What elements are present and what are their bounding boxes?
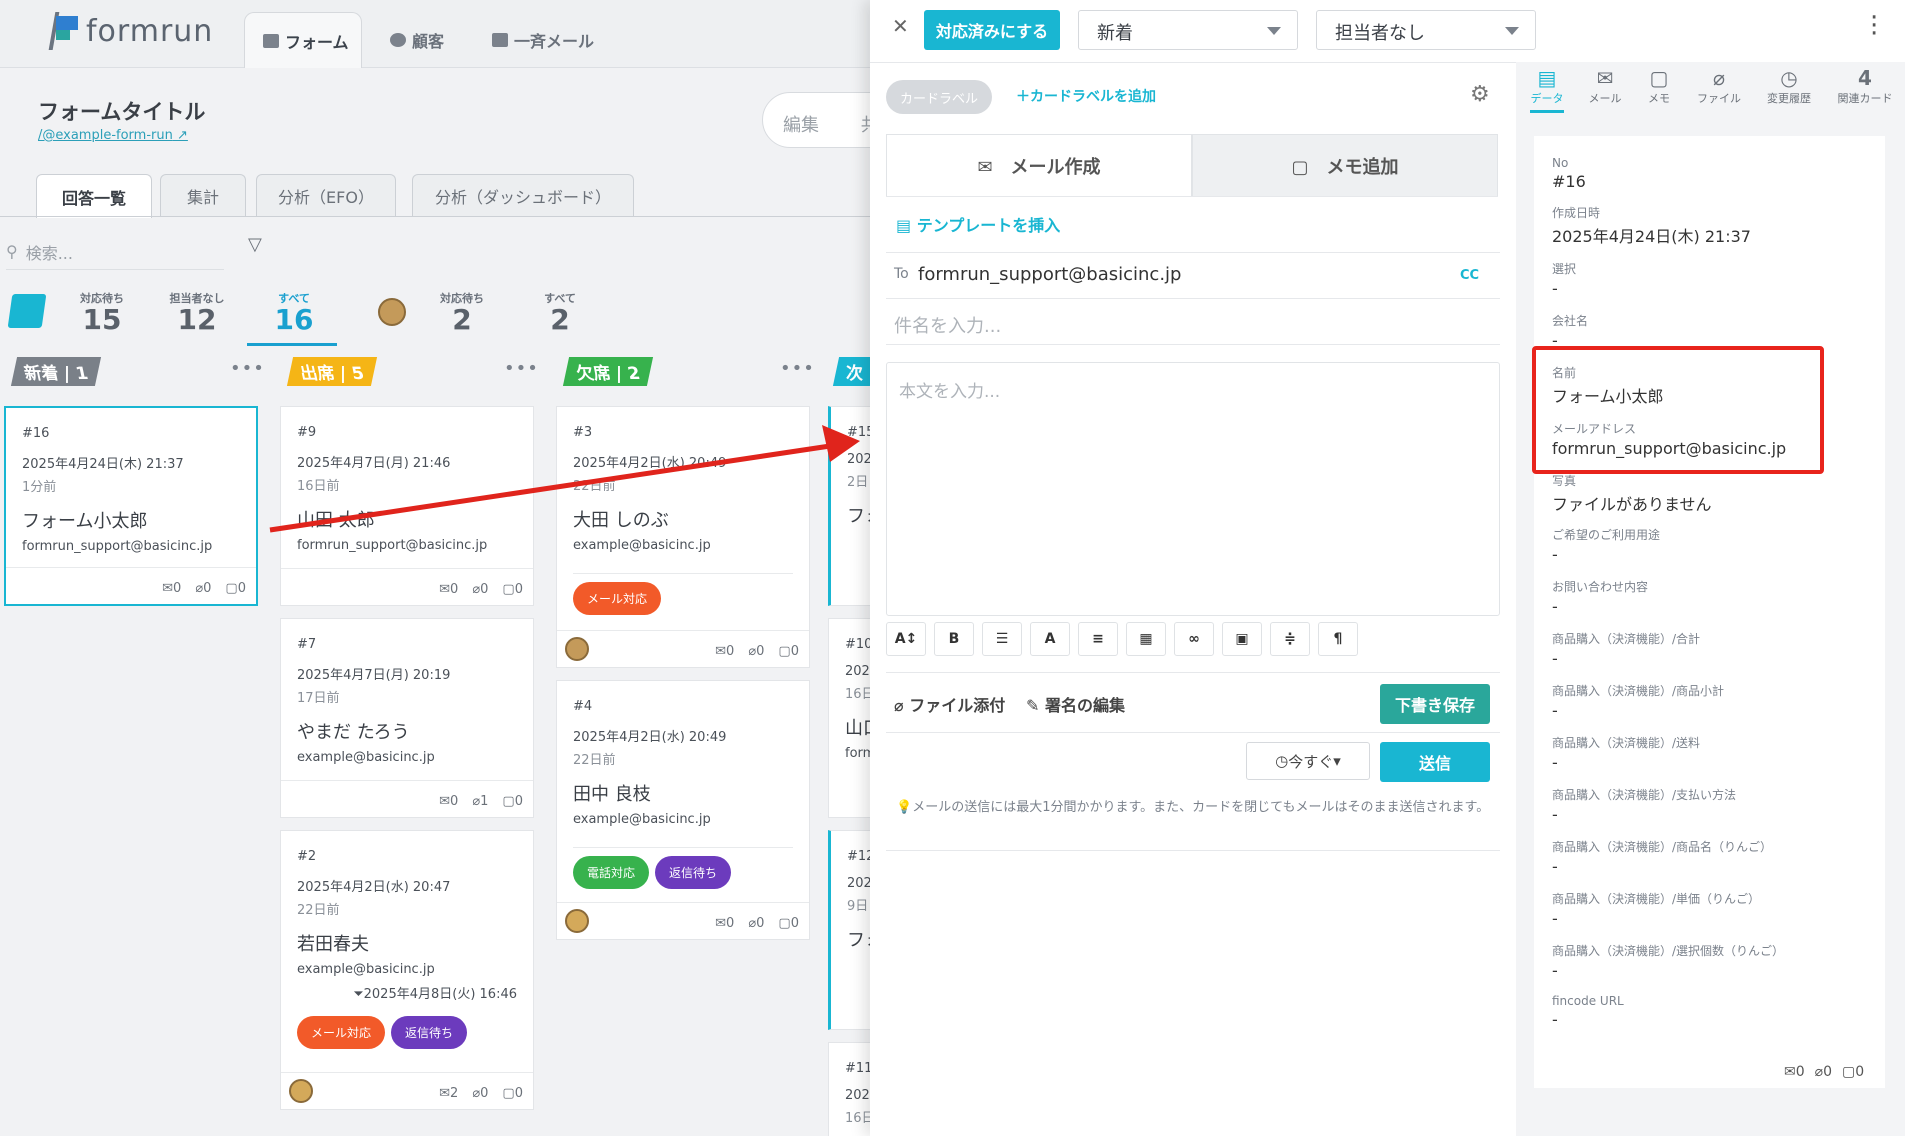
field-total: 商品購入（決済機能）/合計 - xyxy=(1552,632,1701,668)
document-icon: ▤ xyxy=(1537,66,1557,90)
info-footer-counts: ✉0 ⌀0 ▢0 xyxy=(1784,1064,1864,1080)
close-icon[interactable]: ✕ xyxy=(892,14,909,38)
file-count: ⌀0 xyxy=(1814,1064,1833,1080)
edit-signature-button[interactable]: ✎ 署名の編集 xyxy=(1026,692,1125,716)
schedule-select[interactable]: ◷ 今すぐ ▾ xyxy=(1246,742,1370,780)
field-quantity: 商品購入（決済機能）/選択個数（りんご） - xyxy=(1552,944,1785,980)
field-payment: 商品購入（決済機能）/支払い方法 - xyxy=(1552,788,1737,824)
divider xyxy=(886,850,1500,851)
info-tab-mail[interactable]: ✉ メール xyxy=(1578,66,1632,106)
field-photo: 写真 ファイルがありません xyxy=(1552,474,1712,514)
field-purpose: ご希望のご利用用途 - xyxy=(1552,528,1661,564)
cc-button[interactable]: CC xyxy=(1460,268,1479,283)
chevron-down-icon xyxy=(1505,27,1519,35)
field-product: 商品購入（決済機能）/商品名（りんご） - xyxy=(1552,840,1773,876)
table-icon[interactable]: ▦ xyxy=(1126,622,1166,656)
link-icon[interactable]: ∞ xyxy=(1174,622,1214,656)
divider xyxy=(886,344,1500,345)
divider xyxy=(886,672,1500,673)
paperclip-icon: ⌀ xyxy=(894,696,910,715)
info-tab-file[interactable]: ⌀ ファイル xyxy=(1692,66,1746,106)
mail-count: ✉0 xyxy=(1784,1064,1805,1080)
clock-icon: ◷ xyxy=(1275,752,1289,770)
body-textarea[interactable]: 本文を入力... xyxy=(886,362,1500,616)
assignee-select[interactable]: 担当者なし xyxy=(1316,10,1536,50)
tab-add-memo[interactable]: ▢ メモ追加 xyxy=(1192,134,1498,196)
memo-icon: ▢ xyxy=(1649,66,1669,90)
text-color-icon[interactable]: A xyxy=(1030,622,1070,656)
to-field[interactable]: formrun_support@basicinc.jp xyxy=(918,264,1181,285)
field-unit-price: 商品購入（決済機能）/単価（りんご） - xyxy=(1552,892,1761,928)
info-tab-memo[interactable]: ▢ メモ xyxy=(1632,66,1686,106)
memo-icon: ▢ xyxy=(1291,156,1327,178)
info-tab-data[interactable]: ▤ データ xyxy=(1520,66,1574,106)
image-icon[interactable]: ▣ xyxy=(1222,622,1262,656)
field-inquiry: お問い合わせ内容 - xyxy=(1552,580,1649,616)
bullet-list-icon[interactable]: ☰ xyxy=(982,622,1022,656)
send-button[interactable]: 送信 xyxy=(1380,742,1490,782)
bold-icon[interactable]: B xyxy=(934,622,974,656)
field-shipping: 商品購入（決済機能）/送料 - xyxy=(1552,736,1701,772)
divider xyxy=(886,252,1500,253)
insert-template-button[interactable]: ▤ テンプレートを挿入 xyxy=(896,212,1060,236)
card-label-chip[interactable]: カードラベル xyxy=(886,80,992,114)
chevron-down-icon xyxy=(1267,27,1281,35)
field-company: 会社名 - xyxy=(1552,314,1589,350)
paperclip-icon: ⌀ xyxy=(1712,66,1726,90)
attach-file-button[interactable]: ⌀ ファイル添付 xyxy=(894,692,1005,716)
annotation-arrow xyxy=(269,425,860,533)
gear-icon[interactable]: ⚙ xyxy=(1470,82,1490,107)
lightbulb-icon: 💡 xyxy=(896,800,913,815)
field-subtotal: 商品購入（決済機能）/商品小計 - xyxy=(1552,684,1725,720)
chevron-down-icon: ▾ xyxy=(1333,752,1341,770)
mail-icon: ✉ xyxy=(1596,66,1614,90)
highlight-box xyxy=(1532,346,1824,474)
save-draft-button[interactable]: 下書き保存 xyxy=(1380,684,1490,724)
strikethrough-icon[interactable]: ≑ xyxy=(1270,622,1310,656)
add-card-label-button[interactable]: ＋カードラベルを追加 xyxy=(1016,86,1156,106)
subject-input[interactable]: 件名を入力... xyxy=(894,312,1001,338)
field-fincode-url: fincode URL - xyxy=(1552,994,1624,1029)
board-background: formrun フォーム 顧客 一斉メール フォームタイトル /@example… xyxy=(0,0,870,1136)
kebab-menu-icon[interactable]: · · · xyxy=(1870,5,1878,47)
paragraph-icon[interactable]: ¶ xyxy=(1318,622,1358,656)
status-select[interactable]: 新着 xyxy=(1078,10,1298,50)
clock-icon: ◷ xyxy=(1780,66,1798,90)
field-select: 選択 - xyxy=(1552,262,1577,298)
to-label: To xyxy=(894,266,909,282)
mail-icon: ✉ xyxy=(977,156,1011,178)
align-icon[interactable]: ≡ xyxy=(1078,622,1118,656)
field-created: 作成日時 2025年4月24日(木) 21:37 xyxy=(1552,206,1751,246)
memo-count: ▢0 xyxy=(1842,1064,1865,1080)
clipboard-icon: ▤ xyxy=(896,216,917,235)
info-tab-related[interactable]: 4 関連カード xyxy=(1834,66,1896,106)
send-note: 💡メールの送信には最大1分間かかります。また、カードを閉じてもメールはそのまま送… xyxy=(896,800,1490,815)
font-size-icon[interactable]: A↕ xyxy=(886,622,926,656)
mark-done-button[interactable]: 対応済みにする xyxy=(924,10,1060,50)
field-no: No #16 xyxy=(1552,156,1586,191)
divider xyxy=(886,732,1500,733)
tab-compose-mail[interactable]: ✉ メール作成 xyxy=(886,134,1192,196)
divider xyxy=(886,298,1500,299)
info-tab-active-indicator xyxy=(1530,110,1564,113)
info-tab-history[interactable]: ◷ 変更履歴 xyxy=(1762,66,1816,106)
pen-icon: ✎ xyxy=(1026,696,1045,715)
